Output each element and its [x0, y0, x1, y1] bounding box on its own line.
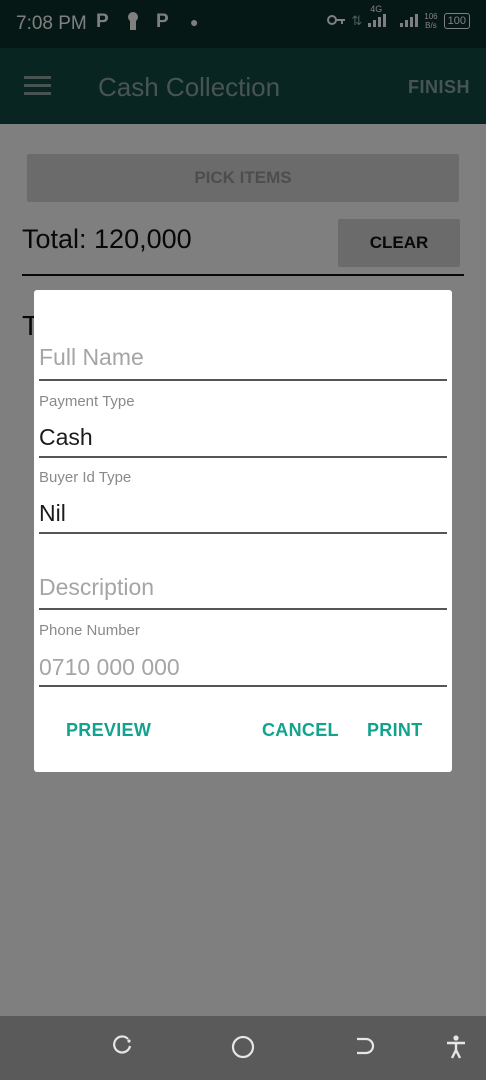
- buyer-id-type-label: Buyer Id Type: [39, 469, 132, 486]
- dialog-actions: PREVIEW CANCEL PRINT: [34, 720, 452, 750]
- full-name-placeholder: Full Name: [39, 344, 144, 370]
- buyer-id-type-value: Nil: [39, 500, 66, 526]
- back-icon[interactable]: [352, 1034, 376, 1063]
- payment-type-value: Cash: [39, 424, 93, 450]
- preview-button[interactable]: PREVIEW: [66, 720, 151, 741]
- home-icon[interactable]: [230, 1034, 256, 1065]
- customer-details-dialog: Full Name Payment Type Cash Buyer Id Typ…: [34, 290, 452, 772]
- recents-icon[interactable]: [110, 1034, 134, 1063]
- description-placeholder: Description: [39, 574, 155, 600]
- phone-number-label: Phone Number: [39, 622, 140, 639]
- payment-type-label: Payment Type: [39, 393, 135, 410]
- phone-number-placeholder: 0710 000 000: [39, 654, 180, 680]
- navigation-bar: [0, 1016, 486, 1080]
- accessibility-icon[interactable]: [444, 1034, 468, 1065]
- print-button[interactable]: PRINT: [367, 720, 423, 741]
- cancel-button[interactable]: CANCEL: [262, 720, 339, 741]
